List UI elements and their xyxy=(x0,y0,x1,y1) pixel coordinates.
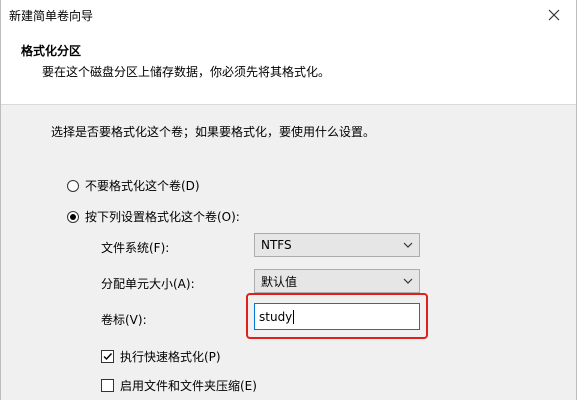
quick-format-label: 执行快速格式化(P) xyxy=(120,350,221,364)
title-bar: 新建简单卷向导 xyxy=(1,0,576,30)
window-title: 新建简单卷向导 xyxy=(9,9,94,23)
close-button[interactable] xyxy=(532,0,576,30)
radio-circle[interactable] xyxy=(67,179,79,192)
filesystem-select[interactable]: NTFS xyxy=(254,233,420,257)
checkbox-checked[interactable] xyxy=(101,350,114,363)
radio-no-format[interactable]: 不要格式化这个卷(D) xyxy=(67,177,200,194)
check-icon xyxy=(103,353,113,361)
volume-label-label: 卷标(V): xyxy=(101,313,147,327)
volume-label-input[interactable]: study xyxy=(254,303,420,330)
chevron-down-icon xyxy=(403,242,413,248)
close-icon xyxy=(548,9,560,21)
quick-format-checkbox[interactable]: 执行快速格式化(P) xyxy=(101,348,221,365)
page-subtitle: 要在这个磁盘分区上储存数据，你必须先将其格式化。 xyxy=(42,65,331,79)
format-prompt: 选择是否要格式化这个卷；如果要格式化，要使用什么设置。 xyxy=(51,125,376,139)
alloc-size-value: 默认值 xyxy=(261,274,298,289)
compression-checkbox[interactable]: 启用文件和文件夹压缩(E) xyxy=(101,377,257,394)
radio-format[interactable]: 按下列设置格式化这个卷(O): xyxy=(67,208,240,225)
radio-circle-selected[interactable] xyxy=(67,210,79,223)
alloc-size-select[interactable]: 默认值 xyxy=(254,269,420,293)
radio-no-format-label: 不要格式化这个卷(D) xyxy=(85,179,200,193)
filesystem-value: NTFS xyxy=(261,238,292,252)
radio-format-label: 按下列设置格式化这个卷(O): xyxy=(85,210,240,224)
alloc-size-label: 分配单元大小(A): xyxy=(101,277,195,291)
filesystem-label: 文件系统(F): xyxy=(101,241,170,255)
page-title: 格式化分区 xyxy=(21,44,82,58)
wizard-header: 格式化分区 要在这个磁盘分区上储存数据，你必须先将其格式化。 xyxy=(1,30,576,105)
compression-label: 启用文件和文件夹压缩(E) xyxy=(120,379,257,393)
text-caret xyxy=(293,309,295,324)
volume-label-value: study xyxy=(259,309,293,324)
checkbox-unchecked[interactable] xyxy=(101,379,114,392)
wizard-window: 新建简单卷向导 格式化分区 要在这个磁盘分区上储存数据，你必须先将其格式化。 选… xyxy=(0,0,577,400)
chevron-down-icon xyxy=(403,278,413,284)
